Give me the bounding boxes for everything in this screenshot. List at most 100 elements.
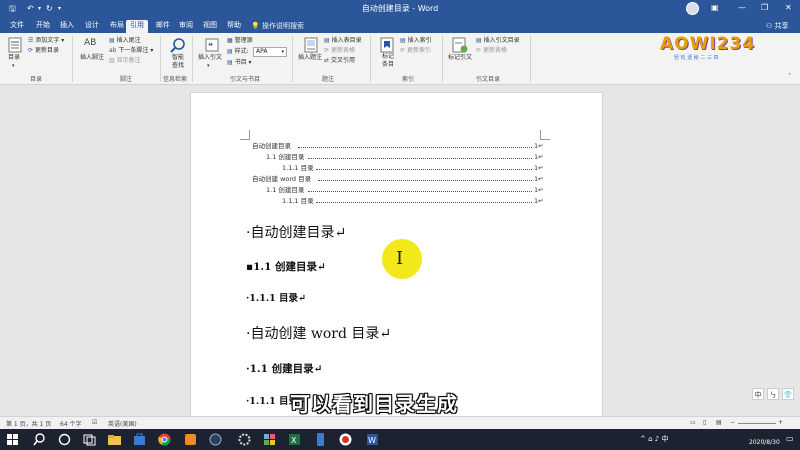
heading-3[interactable]: ·1.1.1 目录↵ [246,290,306,304]
search-icon[interactable] [32,432,47,447]
language[interactable]: 英语(美国) [108,419,137,428]
read-mode-icon[interactable]: ▯ [703,419,706,426]
tab-layout[interactable]: 布局 [106,20,128,33]
toc-button[interactable]: 目录 [8,54,20,62]
toc-entry[interactable]: 1.1 创建目录 [266,152,304,162]
add-text-button[interactable]: ☰ 添加文字 ▾ [28,37,64,45]
insert-table-of-figures-button[interactable]: ▤ 插入表目录 [324,37,362,45]
save-icon[interactable]: 🖫 [9,3,16,15]
bibliography-button[interactable]: ▤ 书目 ▾ [227,59,252,67]
citation-style-select[interactable]: APA ▾ [253,47,287,57]
close-icon[interactable]: ✕ [785,3,792,12]
ime-skin-icon[interactable]: 👕 [782,388,794,400]
toc-dropdown-icon[interactable]: ▾ [12,62,15,70]
heading-2[interactable]: ·1.1 创建目录↵ [246,361,322,376]
app-icon-tiles[interactable] [262,432,277,447]
ime-punctuation-icon[interactable]: ㇉ [767,388,779,400]
minimize-icon[interactable]: — [738,3,746,12]
tab-references[interactable]: 引用 [126,20,148,33]
word-count[interactable]: 64 个字 [60,419,82,428]
insert-footnote-button[interactable]: 插入脚注 [80,54,104,62]
next-footnote-button[interactable]: ab 下一条脚注 ▾ [109,47,153,55]
update-table-button[interactable]: ⟳ 更新表格 [324,47,355,55]
tab-review[interactable]: 审阅 [175,20,197,33]
taskbar-clock[interactable]: 2020/8/30 [749,431,780,447]
print-layout-icon[interactable]: ▤ [716,419,722,426]
insert-caption-button[interactable]: 插入题注 [298,54,322,62]
tray-icon-a[interactable]: ^ [640,435,648,443]
notifications-icon[interactable]: ▭ [786,434,794,443]
mark-citation-button[interactable]: 标记引文 [448,54,472,62]
undo-dropdown-icon[interactable]: ▾ [38,3,41,15]
tab-mailings[interactable]: 邮件 [152,20,174,33]
cortana-icon[interactable] [57,432,72,447]
toc-entry[interactable]: 自动创建 word 目录 [252,174,311,184]
mark-citation-icon[interactable] [452,37,468,53]
ime-indicator[interactable]: 中 [661,435,668,443]
table-of-contents-icon[interactable] [8,37,22,53]
insert-index-button[interactable]: ▤ 插入索引 [400,37,432,45]
insert-footnote-icon[interactable]: AB [84,39,96,48]
endnote-icon: ▤ [109,37,117,44]
ribbon-display-options-icon[interactable]: ▣ [711,3,719,12]
word-icon[interactable]: W [365,432,380,447]
insert-caption-icon[interactable] [304,37,318,53]
heading-1[interactable]: ·自动创建目录↵ [246,222,346,242]
manage-sources-button[interactable]: ▦ 管理源 [227,37,253,45]
zoom-in-icon[interactable]: + [778,419,783,426]
update-toa-button[interactable]: ⟳ 更新表格 [476,47,507,55]
insert-citation-icon[interactable]: ❝ [204,37,220,53]
heading-2[interactable]: ▪1.1 创建目录↵ [246,259,326,274]
customize-quick-access-icon[interactable]: ▾ [58,3,61,15]
redo-icon[interactable]: ↻ [46,3,53,15]
app-icon-gear[interactable] [237,432,252,447]
app-icon-circle[interactable] [208,432,223,447]
insert-citation-dropdown-icon[interactable]: ▾ [207,62,210,70]
task-view-icon[interactable] [82,432,97,447]
account-avatar-icon[interactable] [686,2,699,15]
undo-icon[interactable]: ↶ [27,3,34,15]
excel-icon[interactable]: X [287,432,302,447]
insert-table-of-authorities-button[interactable]: ▤ 插入引文目录 [476,37,520,45]
restore-icon[interactable]: ❐ [761,3,768,12]
tab-home[interactable]: 开始 [32,20,54,33]
page-count[interactable]: 第 1 页，共 1 页 [6,419,51,428]
proofing-icon[interactable]: ☑ [92,419,97,426]
mark-entry-icon[interactable] [380,37,394,53]
insert-citation-button[interactable]: 插入引文 [198,54,222,62]
tab-insert[interactable]: 插入 [56,20,78,33]
collapse-ribbon-icon[interactable]: ˄ [788,73,791,81]
cross-reference-button[interactable]: ⇄ 交叉引用 [324,57,355,65]
tab-file[interactable]: 文件 [6,20,28,33]
heading-1[interactable]: ·自动创建 word 目录↵ [246,323,391,343]
zoom-out-icon[interactable]: − [730,419,735,426]
share-button[interactable]: ⚇ 共享 [766,21,789,31]
update-index-button[interactable]: ⟳ 更新索引 [400,47,431,55]
store-icon[interactable] [132,432,147,447]
insert-endnote-button[interactable]: ▤ 插入尾注 [109,37,141,45]
ime-chinese-mode[interactable]: 中 [752,388,764,400]
app-icon-orange[interactable] [183,432,198,447]
toc-leader [316,169,532,170]
network-icon[interactable]: ⌂ [648,435,655,443]
toc-entry[interactable]: 自动创建目录 [252,141,291,151]
focus-mode-icon[interactable]: ▭ [690,419,696,426]
zoom-slider[interactable] [738,423,776,424]
mark-entry-button[interactable]: 标记 条目 [382,53,394,69]
smart-lookup-search-icon[interactable] [170,37,186,53]
tab-help[interactable]: 帮助 [223,20,245,33]
chrome-icon[interactable] [157,432,172,447]
windows-start-icon[interactable] [5,432,20,447]
update-toc-button[interactable]: ⟳ 更新目录 [28,47,59,55]
tab-view[interactable]: 视图 [199,20,221,33]
tell-me-search[interactable]: 💡 操作说明搜索 [251,21,304,31]
toc-entry[interactable]: 1.1.1 目录 [282,196,314,206]
show-notes-button[interactable]: ▥ 显示备注 [109,57,141,65]
tab-design[interactable]: 设计 [81,20,103,33]
screen-recorder-icon[interactable] [338,432,353,447]
file-explorer-icon[interactable] [107,432,122,447]
phone-app-icon[interactable] [313,432,328,447]
toc-entry[interactable]: 1.1.1 目录 [282,163,314,173]
smart-lookup-button[interactable]: 智能 查找 [172,54,184,70]
toc-entry[interactable]: 1.1 创建目录 [266,185,304,195]
